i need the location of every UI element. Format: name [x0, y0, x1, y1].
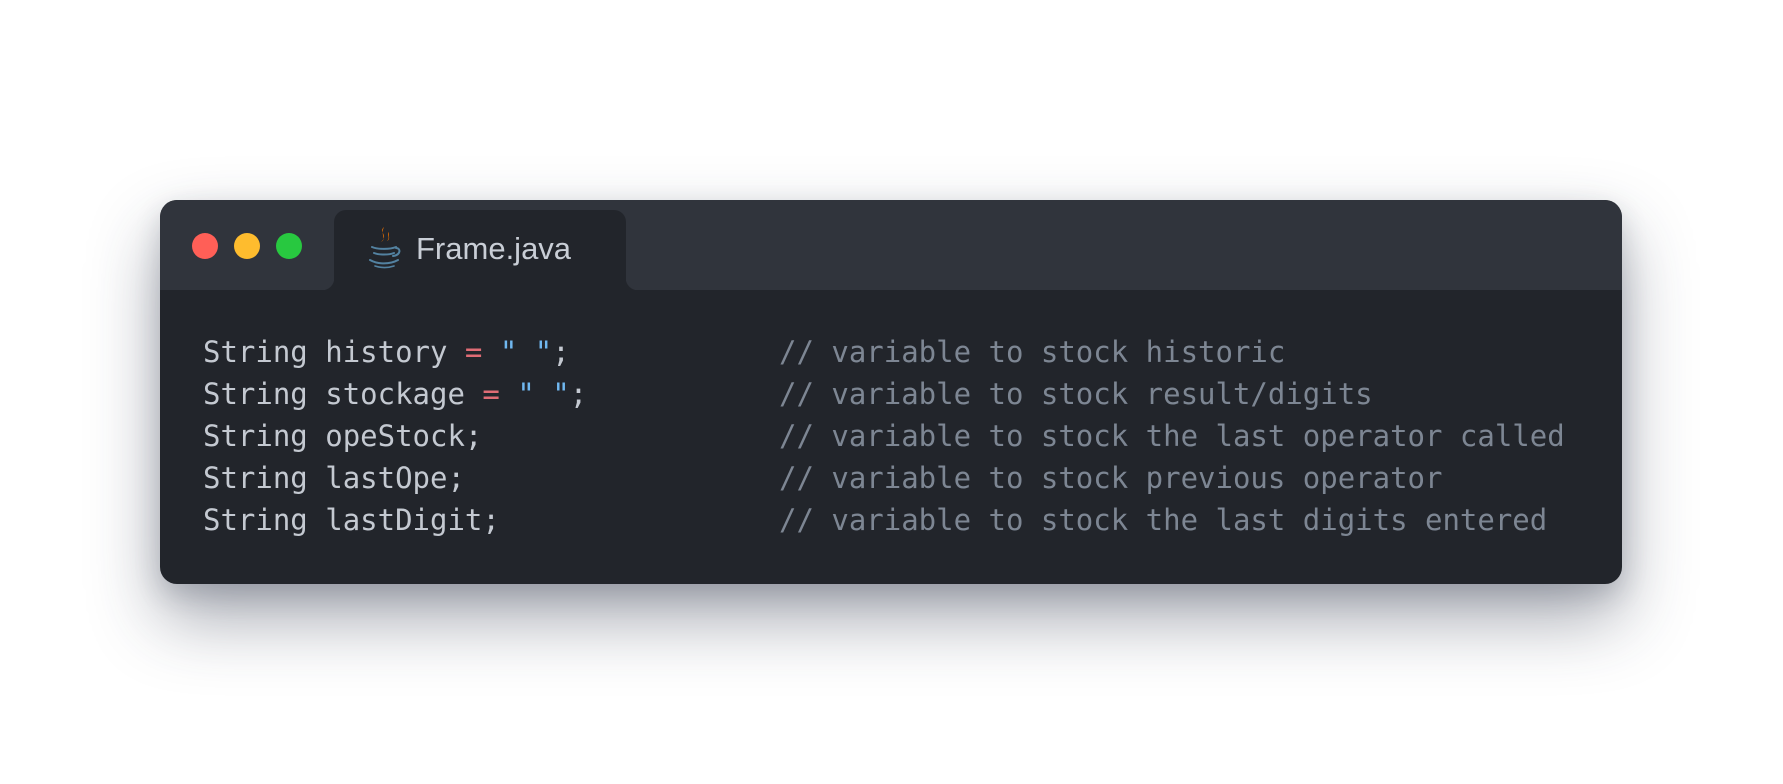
code-line: String opeStock; // variable to stock th…	[203, 415, 1603, 457]
semicolon: ;	[447, 461, 465, 495]
type-keyword: String	[203, 335, 308, 369]
type-keyword: String	[203, 419, 308, 453]
code-line: String stockage = " "; // variable to st…	[203, 373, 1603, 415]
string-literal: " "	[499, 335, 553, 369]
minimize-button[interactable]	[234, 233, 260, 259]
tab-frame-java[interactable]: Frame.java	[322, 210, 638, 290]
type-keyword: String	[203, 461, 308, 495]
declaration: String history = " ";	[203, 331, 570, 373]
semicolon: ;	[482, 503, 500, 537]
string-literal: " "	[517, 377, 570, 411]
variable-name: lastDigit	[325, 503, 483, 537]
declaration: String lastOpe;	[203, 457, 465, 499]
code-comment: // variable to stock historic	[779, 335, 1286, 369]
semicolon: ;	[464, 419, 483, 453]
close-button[interactable]	[192, 233, 218, 259]
semicolon: ;	[569, 377, 588, 411]
assignment-operator: =	[482, 377, 500, 411]
code-line: String history = " "; // variable to sto…	[203, 331, 1603, 373]
semicolon: ;	[552, 335, 570, 369]
title-bar: Frame.java	[160, 200, 1622, 290]
code-comment: // variable to stock previous operator	[779, 461, 1443, 495]
zoom-button[interactable]	[276, 233, 302, 259]
declaration: String stockage = " ";	[203, 373, 587, 415]
declaration: String lastDigit;	[203, 499, 500, 541]
java-coffee-cup-icon	[369, 227, 401, 269]
code-block: String history = " "; // variable to sto…	[203, 331, 1603, 541]
code-comment: // variable to stock result/digits	[779, 377, 1373, 411]
tab-title: Frame.java	[416, 231, 572, 266]
code-line: String lastDigit; // variable to stock t…	[203, 499, 1603, 541]
variable-name: lastOpe	[325, 461, 448, 495]
code-window: Frame.java String history = " "; // vari…	[160, 200, 1622, 584]
assignment-operator: =	[464, 335, 483, 369]
code-comment: // variable to stock the last operator c…	[779, 419, 1565, 453]
code-comment: // variable to stock the last digits ent…	[779, 503, 1548, 537]
code-line: String lastOpe; // variable to stock pre…	[203, 457, 1603, 499]
type-keyword: String	[203, 377, 308, 411]
type-keyword: String	[203, 503, 308, 537]
variable-name: stockage	[325, 377, 465, 411]
variable-name: opeStock	[325, 419, 465, 453]
variable-name: history	[325, 335, 448, 369]
declaration: String opeStock;	[203, 415, 482, 457]
